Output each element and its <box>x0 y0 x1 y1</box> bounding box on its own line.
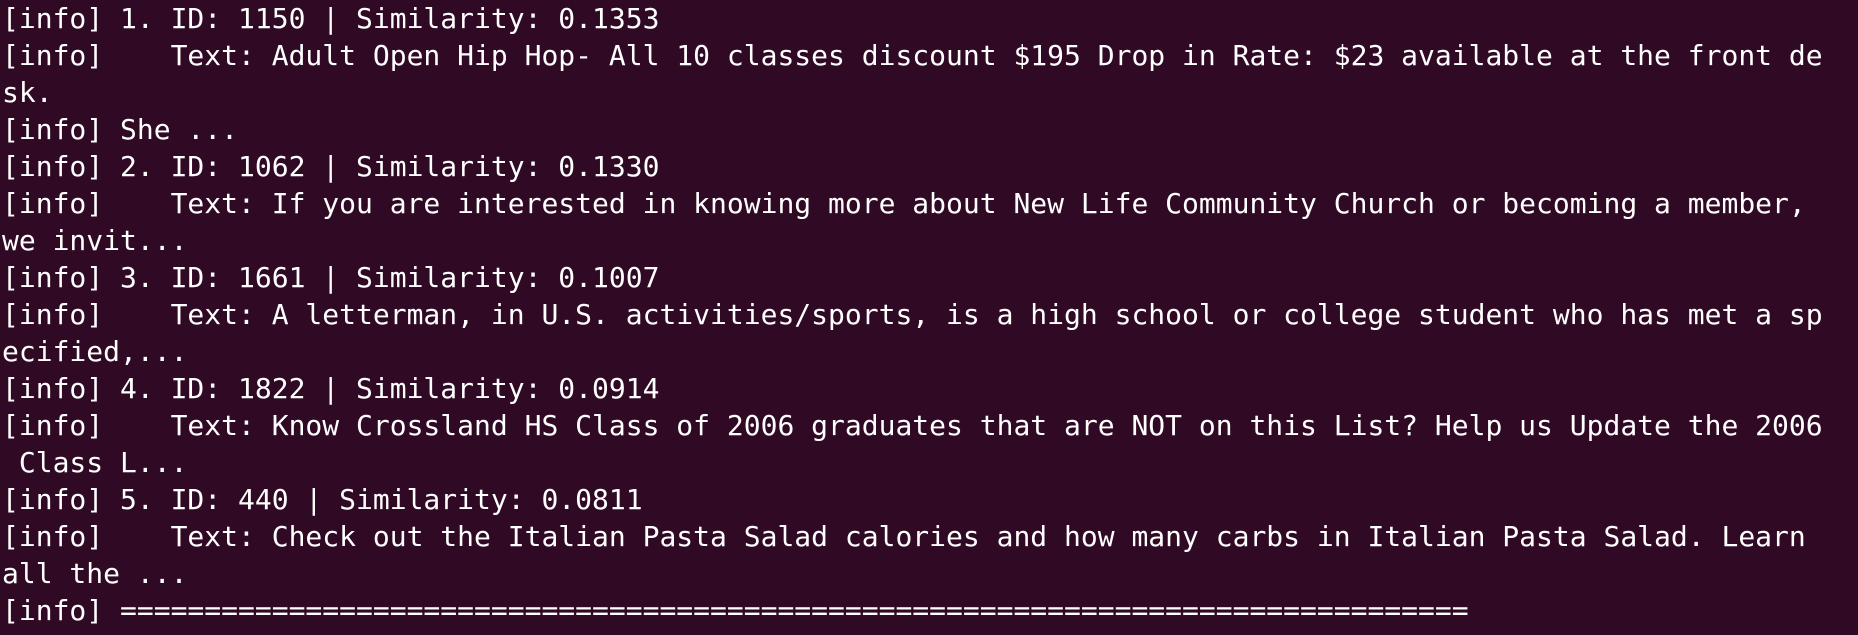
terminal-output[interactable]: [info] 1. ID: 1150 | Similarity: 0.1353 … <box>0 0 1858 635</box>
terminal-line: [info] 5. ID: 440 | Similarity: 0.0811 <box>2 483 643 516</box>
terminal-line: [info] Text: A letterman, in U.S. activi… <box>2 298 1823 331</box>
terminal-line: [info] 1. ID: 1150 | Similarity: 0.1353 <box>2 2 660 35</box>
terminal-line: [info] 3. ID: 1661 | Similarity: 0.1007 <box>2 261 660 294</box>
terminal-line: sk. <box>2 76 53 109</box>
terminal-line: [info] 2. ID: 1062 | Similarity: 0.1330 <box>2 150 660 183</box>
terminal-line: [info] Text: Adult Open Hip Hop- All 10 … <box>2 39 1823 72</box>
terminal-line: [info] Text: If you are interested in kn… <box>2 187 1806 220</box>
terminal-line: [info] Text: Know Crossland HS Class of … <box>2 409 1823 442</box>
terminal-line: [info] =================================… <box>2 594 1469 627</box>
terminal-line: Class L... <box>2 446 188 479</box>
terminal-line: [info] Text: Check out the Italian Pasta… <box>2 520 1806 553</box>
terminal-line: all the ... <box>2 557 188 590</box>
terminal-line: ecified,... <box>2 335 188 368</box>
terminal-line: we invit... <box>2 224 188 257</box>
terminal-line: [info] She ... <box>2 113 239 146</box>
terminal-line: [info] 4. ID: 1822 | Similarity: 0.0914 <box>2 372 660 405</box>
